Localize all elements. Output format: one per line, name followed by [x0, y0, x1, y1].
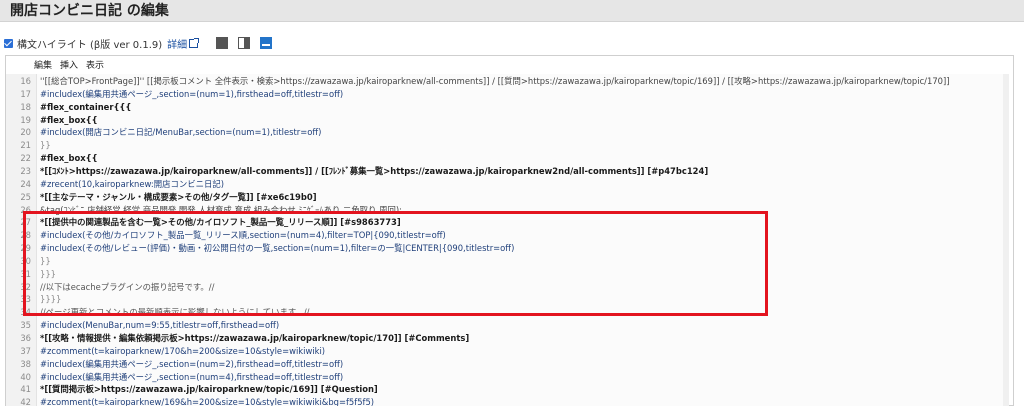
code-line[interactable]: 19 #flex_box{{: [6, 114, 996, 127]
editor-menubar: 編集 挿入 表示: [6, 56, 1013, 72]
code-line-text: #includex(編集用共通ページ_,section=(num=2),firs…: [40, 358, 344, 369]
code-line[interactable]: 25 *[[主なテーマ・ジャンル・構成要素>その他/タグ一覧]] [#xe6c19…: [6, 191, 996, 204]
line-number: 16: [20, 76, 31, 86]
code-line[interactable]: 20 #includex(開店コンビニ日記/MenuBar,section=(nu…: [6, 126, 996, 139]
code-line[interactable]: 23 *[[ｺﾒﾝﾄ>https://zawazawa.jp/kairoparkn…: [6, 165, 996, 178]
code-line-text: *[[主なテーマ・ジャンル・構成要素>その他/タグ一覧]] [#xe6c19b0…: [40, 191, 317, 202]
highlight-annotation-box: [23, 211, 768, 316]
code-line[interactable]: 38 #includex(編集用共通ページ_,section=(num=2),fi…: [6, 358, 996, 371]
code-line[interactable]: 37 #zcomment(t=kairoparknew/170&h=200&siz…: [6, 345, 996, 358]
code-line-text: ''[[総合TOP>FrontPage]]'' [[掲示板コメント 全件表示・検…: [40, 76, 950, 86]
code-line[interactable]: 21}}: [6, 139, 996, 152]
code-line-text: #includex(編集用共通ページ_,section=(num=4),firs…: [40, 371, 344, 382]
code-line-text: #flex_box{{: [40, 114, 98, 125]
code-line[interactable]: 41 *[[質問掲示板>https://zawazawa.jp/kairopark…: [6, 383, 996, 396]
line-number: 23: [20, 165, 31, 176]
details-link[interactable]: 詳細: [167, 36, 187, 51]
menu-insert[interactable]: 挿入: [60, 58, 78, 71]
code-line-text: }}: [40, 140, 51, 151]
title-bar: 開店コンビニ日記 の編集: [0, 0, 1024, 22]
line-number: 40: [20, 371, 31, 382]
code-line[interactable]: 24 #zrecent(10,kairoparknew:開店コンビニ日記): [6, 178, 996, 191]
code-line[interactable]: 18 #flex_container{{{: [6, 101, 996, 114]
line-number: 42: [20, 397, 31, 406]
code-line-text: *[[ｺﾒﾝﾄ>https://zawazawa.jp/kairoparknew…: [40, 165, 709, 176]
line-number: 22: [20, 153, 31, 164]
syntax-highlight-checkbox[interactable]: [4, 38, 13, 48]
line-number: 24: [20, 178, 31, 189]
line-number: 20: [20, 127, 31, 138]
line-number: 38: [20, 358, 31, 369]
layout-preview-icon[interactable]: [260, 37, 273, 49]
line-number: 41: [20, 384, 31, 395]
code-line[interactable]: 16 ''[[総合TOP>FrontPage]]'' [[掲示板コメント 全件表示…: [6, 75, 996, 88]
code-line[interactable]: 22 #flex_box{{: [6, 152, 996, 165]
line-number: 18: [20, 101, 31, 112]
code-line-text: #includex(MenuBar,num=9:55,titlestr=off,…: [40, 320, 280, 331]
code-line-text: *[[質問掲示板>https://zawazawa.jp/kairoparkne…: [40, 384, 378, 395]
code-line-text: #flex_box{{: [40, 153, 98, 164]
code-line-text: #flex_container{{{: [40, 101, 132, 112]
code-line-text: #zcomment(t=kairoparknew/170&h=200&size=…: [40, 345, 326, 356]
options-row: 構文ハイライト (β版 ver 0.1.9) 詳細: [4, 34, 273, 52]
editor: 編集 挿入 表示 16 ''[[総合TOP>FrontPage]]'' [[掲示板…: [5, 55, 1014, 406]
code-line-text: #includex(開店コンビニ日記/MenuBar,section=(num=…: [40, 127, 322, 138]
code-line-text: #zcomment(t=kairoparknew/169&h=200&size=…: [40, 397, 375, 406]
code-line[interactable]: 17 #includex(編集用共通ページ_,section=(num=1),fi…: [6, 88, 996, 101]
code-line[interactable]: 40 #includex(編集用共通ページ_,section=(num=4),fi…: [6, 371, 996, 384]
vertical-scrollbar[interactable]: [1003, 74, 1009, 406]
line-number: 37: [20, 345, 31, 356]
line-number: 19: [20, 114, 31, 125]
page-title: 開店コンビニ日記 の編集: [10, 3, 169, 19]
layout-split-icon[interactable]: [238, 37, 251, 49]
menu-view[interactable]: 表示: [86, 58, 104, 71]
code-line[interactable]: 35 #includex(MenuBar,num=9:55,titlestr=of…: [6, 319, 996, 332]
line-number: 36: [20, 333, 31, 343]
external-link-icon[interactable]: [189, 37, 200, 48]
line-number: 17: [20, 88, 31, 99]
line-number: 25: [20, 191, 31, 202]
line-number: 21: [20, 140, 31, 151]
menu-edit[interactable]: 編集: [34, 58, 52, 71]
code-line[interactable]: 42 #zcomment(t=kairoparknew/169&h=200&siz…: [6, 396, 996, 406]
layout-editor-only-icon[interactable]: [216, 37, 229, 49]
code-line[interactable]: 36 *[[攻略・情報提供・編集依頼掲示板>https://zawazawa.jp…: [6, 332, 996, 345]
line-number: 35: [20, 320, 31, 331]
code-line-text: #includex(編集用共通ページ_,section=(num=1),firs…: [40, 88, 344, 99]
code-line-text: *[[攻略・情報提供・編集依頼掲示板>https://zawazawa.jp/k…: [40, 333, 470, 343]
syntax-highlight-label: 構文ハイライト (β版 ver 0.1.9): [17, 39, 163, 51]
code-line-text: #zrecent(10,kairoparknew:開店コンビニ日記): [40, 178, 224, 189]
